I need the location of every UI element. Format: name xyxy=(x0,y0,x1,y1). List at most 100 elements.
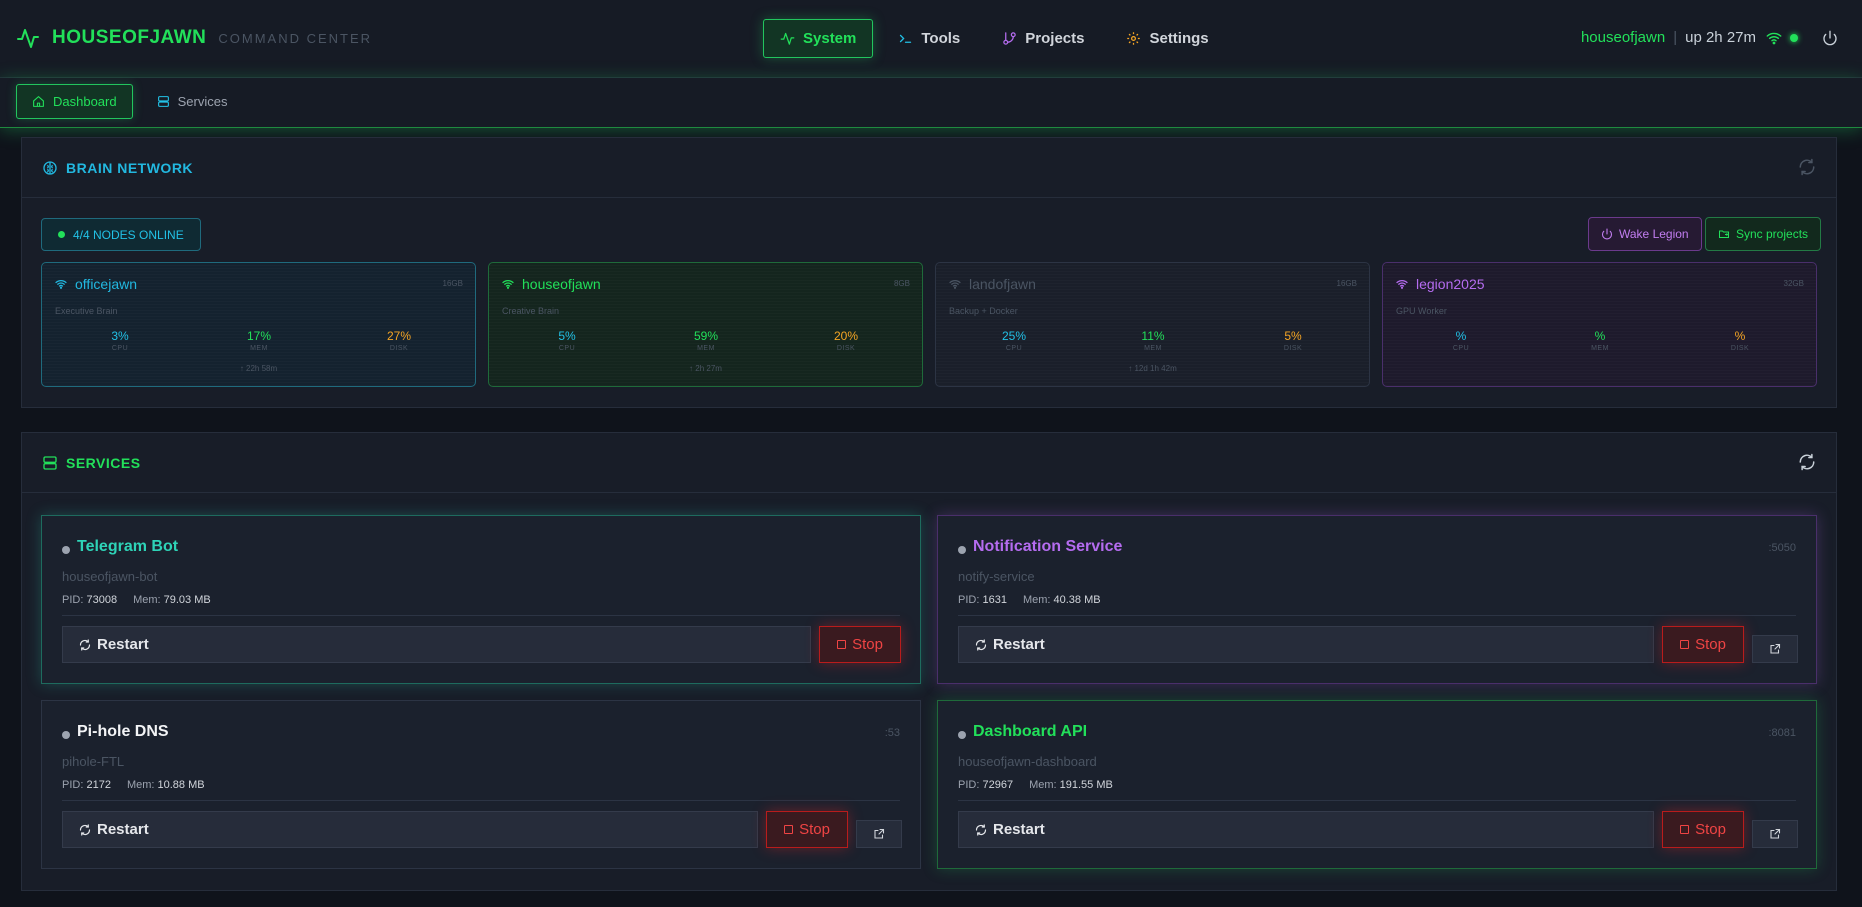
stop-button[interactable]: Stop xyxy=(1662,626,1744,663)
tab-dashboard[interactable]: Dashboard xyxy=(16,84,133,119)
stop-icon xyxy=(1680,640,1690,649)
open-external-button[interactable] xyxy=(1752,635,1798,663)
wifi-icon xyxy=(1766,32,1782,44)
user-name: houseofjawn xyxy=(1580,29,1666,46)
stop-label: Stop xyxy=(1695,821,1726,838)
service-card-notification-service: Notification Service :5050 notify-servic… xyxy=(937,515,1817,684)
nav-settings[interactable]: Settings xyxy=(1109,19,1225,58)
mem-stat: 59% MEM xyxy=(676,329,736,352)
mem-field: Mem: 79.03 MB xyxy=(133,594,211,606)
disk-label: DISK xyxy=(1283,345,1303,352)
online-indicator xyxy=(1790,33,1798,42)
tab-label: Dashboard xyxy=(53,94,117,109)
disk-label: DISK xyxy=(836,345,856,352)
stop-button[interactable]: Stop xyxy=(819,626,901,663)
nodes-online-badge: 4/4 NODES ONLINE xyxy=(41,218,201,251)
services-panel: SERVICES Telegram Bot houseofjawn-bot PI… xyxy=(21,432,1837,891)
node-card-houseofjawn[interactable]: houseofjawn 8GB Creative Brain 5% CPU 59%… xyxy=(488,262,923,387)
restart-button[interactable]: Restart xyxy=(958,626,1654,663)
stop-label: Stop xyxy=(1695,636,1726,653)
disk-value: % xyxy=(1734,329,1746,343)
stop-label: Stop xyxy=(799,821,830,838)
stop-icon xyxy=(837,640,847,649)
separator: | xyxy=(1673,29,1678,46)
nav-tools[interactable]: Tools xyxy=(881,19,977,58)
open-external-button[interactable] xyxy=(1752,820,1798,848)
restart-button[interactable]: Restart xyxy=(62,811,758,848)
power-icon[interactable] xyxy=(1822,30,1838,46)
cpu-stat: 5% CPU xyxy=(537,329,597,352)
pid-field: PID: 72967 xyxy=(958,779,1014,791)
nav-system[interactable]: System xyxy=(763,19,874,58)
restart-button[interactable]: Restart xyxy=(958,811,1654,848)
service-meta: PID: 2172 Mem: 10.88 MB xyxy=(62,779,205,791)
external-link-icon xyxy=(1770,643,1781,654)
nav-projects[interactable]: Projects xyxy=(985,19,1101,58)
refresh-icon xyxy=(79,823,91,836)
service-name: Dashboard API xyxy=(973,723,1088,740)
sync-projects-button[interactable]: Sync projects xyxy=(1705,217,1822,251)
node-ram: 8GB xyxy=(893,279,910,288)
mem-value: % xyxy=(1594,329,1606,343)
cpu-value: 25% xyxy=(1001,329,1027,343)
pid-field: PID: 73008 xyxy=(62,594,118,606)
server-icon xyxy=(157,96,169,107)
node-ram: 32GB xyxy=(1783,279,1804,288)
mem-value: 11% xyxy=(1141,329,1165,343)
stop-button[interactable]: Stop xyxy=(766,811,848,848)
brand-subtitle: COMMAND CENTER xyxy=(218,30,373,46)
mem-label: MEM xyxy=(1591,345,1609,352)
node-card-landofjawn[interactable]: landofjawn 16GB Backup + Docker 25% CPU 1… xyxy=(935,262,1370,387)
restart-label: Restart xyxy=(993,636,1045,653)
node-name-text: houseofjawn xyxy=(522,276,601,292)
server-icon xyxy=(43,455,57,470)
tab-services[interactable]: Services xyxy=(141,84,244,119)
nav-label: Tools xyxy=(921,30,961,47)
node-name: landofjawn xyxy=(949,276,1036,292)
node-card-legion2025[interactable]: legion2025 32GB GPU Worker % CPU % MEM % DI… xyxy=(1382,262,1817,387)
mem-value: 17% xyxy=(246,329,272,343)
nav-label: Projects xyxy=(1025,30,1085,47)
cpu-label: CPU xyxy=(558,345,576,352)
home-icon xyxy=(33,96,44,107)
node-role: Backup + Docker xyxy=(949,306,1018,316)
disk-label: DISK xyxy=(1730,345,1750,352)
cpu-value: 5% xyxy=(558,329,576,343)
status-dot xyxy=(62,546,70,554)
divider xyxy=(62,615,900,616)
nodes-online-text: 4/4 NODES ONLINE xyxy=(73,227,184,242)
open-external-button[interactable] xyxy=(856,820,902,848)
restart-label: Restart xyxy=(97,636,149,653)
restart-button[interactable]: Restart xyxy=(62,626,811,663)
node-card-officejawn[interactable]: officejawn 16GB Executive Brain 3% CPU 17… xyxy=(41,262,476,387)
service-process: notify-service xyxy=(958,569,1035,584)
stop-button[interactable]: Stop xyxy=(1662,811,1744,848)
service-meta: PID: 1631 Mem: 40.38 MB xyxy=(958,594,1101,606)
status-dot xyxy=(958,546,966,554)
stop-icon xyxy=(1680,825,1690,834)
node-uptime: ↑ 12d 1h 42m xyxy=(1128,364,1177,373)
service-process: houseofjawn-bot xyxy=(62,569,158,584)
disk-stat: 20% DISK xyxy=(816,329,876,352)
cpu-label: CPU xyxy=(1452,345,1470,352)
node-name: legion2025 xyxy=(1396,276,1485,292)
stop-label: Stop xyxy=(852,636,883,653)
panel-title: SERVICES xyxy=(66,454,141,471)
restart-label: Restart xyxy=(97,821,149,838)
service-meta: PID: 72967 Mem: 191.55 MB xyxy=(958,779,1113,791)
cpu-label: CPU xyxy=(1005,345,1023,352)
service-process: pihole-FTL xyxy=(62,754,125,769)
divider xyxy=(958,800,1796,801)
brand[interactable]: HOUSEOFJAWN COMMAND CENTER xyxy=(16,26,372,50)
refresh-icon[interactable] xyxy=(1798,453,1816,471)
refresh-icon[interactable] xyxy=(1798,158,1816,176)
pid-field: PID: 2172 xyxy=(62,779,111,791)
activity-icon xyxy=(780,32,795,45)
node-role: Creative Brain xyxy=(502,306,560,316)
divider xyxy=(62,800,900,801)
external-link-icon xyxy=(1770,828,1781,839)
wake-legion-button[interactable]: Wake Legion xyxy=(1588,217,1702,251)
brain-icon xyxy=(43,160,57,175)
cpu-value: 3% xyxy=(111,329,129,343)
disk-stat: % DISK xyxy=(1710,329,1770,352)
